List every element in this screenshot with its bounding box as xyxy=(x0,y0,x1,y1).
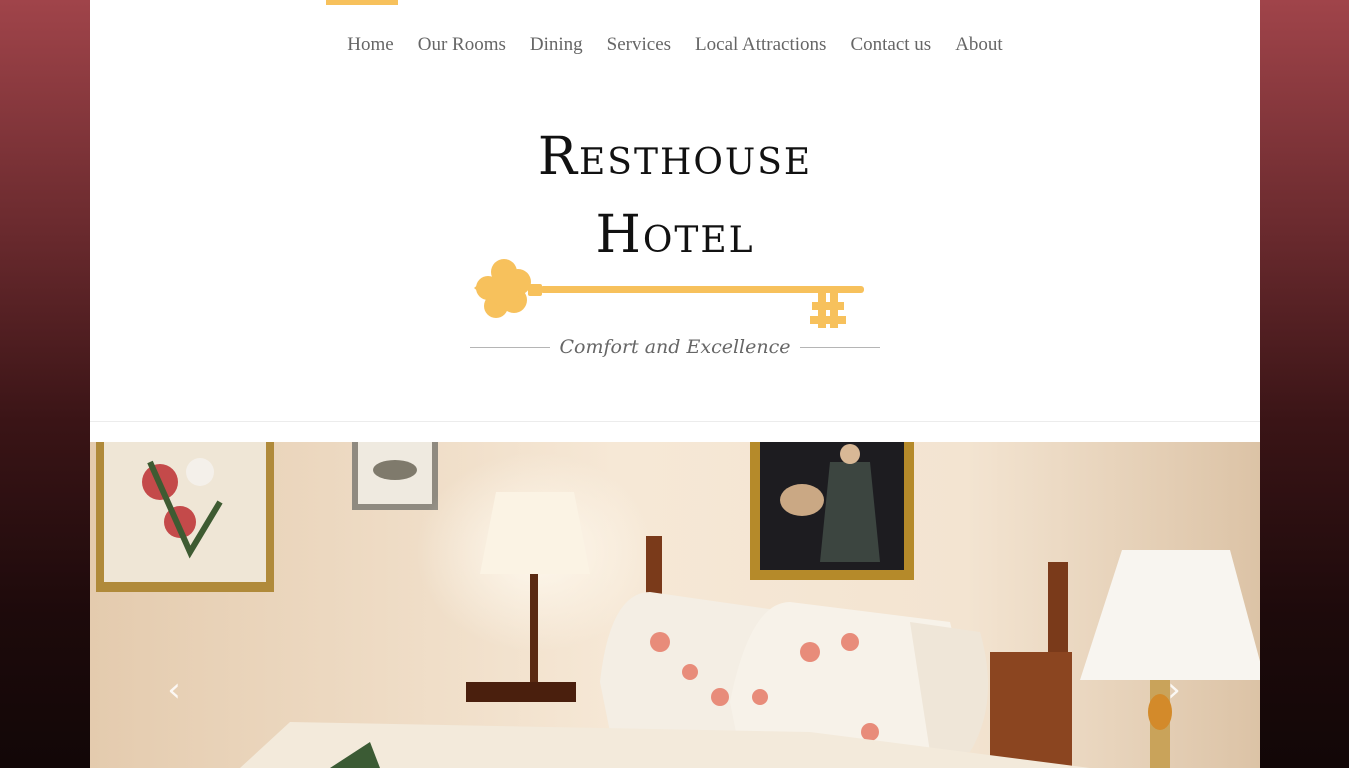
nav-item-contact-us[interactable]: Contact us xyxy=(838,32,943,58)
main-nav: Home Our Rooms Dining Services Local Att… xyxy=(90,32,1260,58)
hero-slider: ‹ › xyxy=(90,442,1260,768)
nav-item-home[interactable]: Home xyxy=(335,32,405,58)
hero-slide-image xyxy=(90,442,1260,768)
tagline-row: Comfort and Excellence xyxy=(90,336,1260,358)
header-divider xyxy=(90,421,1260,422)
page-container: Home Our Rooms Dining Services Local Att… xyxy=(90,0,1260,768)
nav-item-dining[interactable]: Dining xyxy=(518,32,595,58)
nav-item-our-rooms[interactable]: Our Rooms xyxy=(406,32,518,58)
hotel-logo[interactable]: Resthouse Hotel xyxy=(90,118,1260,274)
logo-title-line1: Resthouse xyxy=(537,127,813,187)
active-nav-indicator xyxy=(326,0,398,5)
chevron-left-icon[interactable]: ‹ xyxy=(154,670,194,710)
nav-item-services[interactable]: Services xyxy=(595,32,683,58)
tagline: Comfort and Excellence xyxy=(559,336,791,358)
tagline-rule-left xyxy=(469,346,550,348)
tagline-rule-right xyxy=(800,346,881,348)
chevron-right-icon[interactable]: › xyxy=(1154,670,1194,710)
nav-item-about[interactable]: About xyxy=(943,32,1015,58)
key-icon xyxy=(474,259,864,328)
nav-item-local-attractions[interactable]: Local Attractions xyxy=(683,32,838,58)
